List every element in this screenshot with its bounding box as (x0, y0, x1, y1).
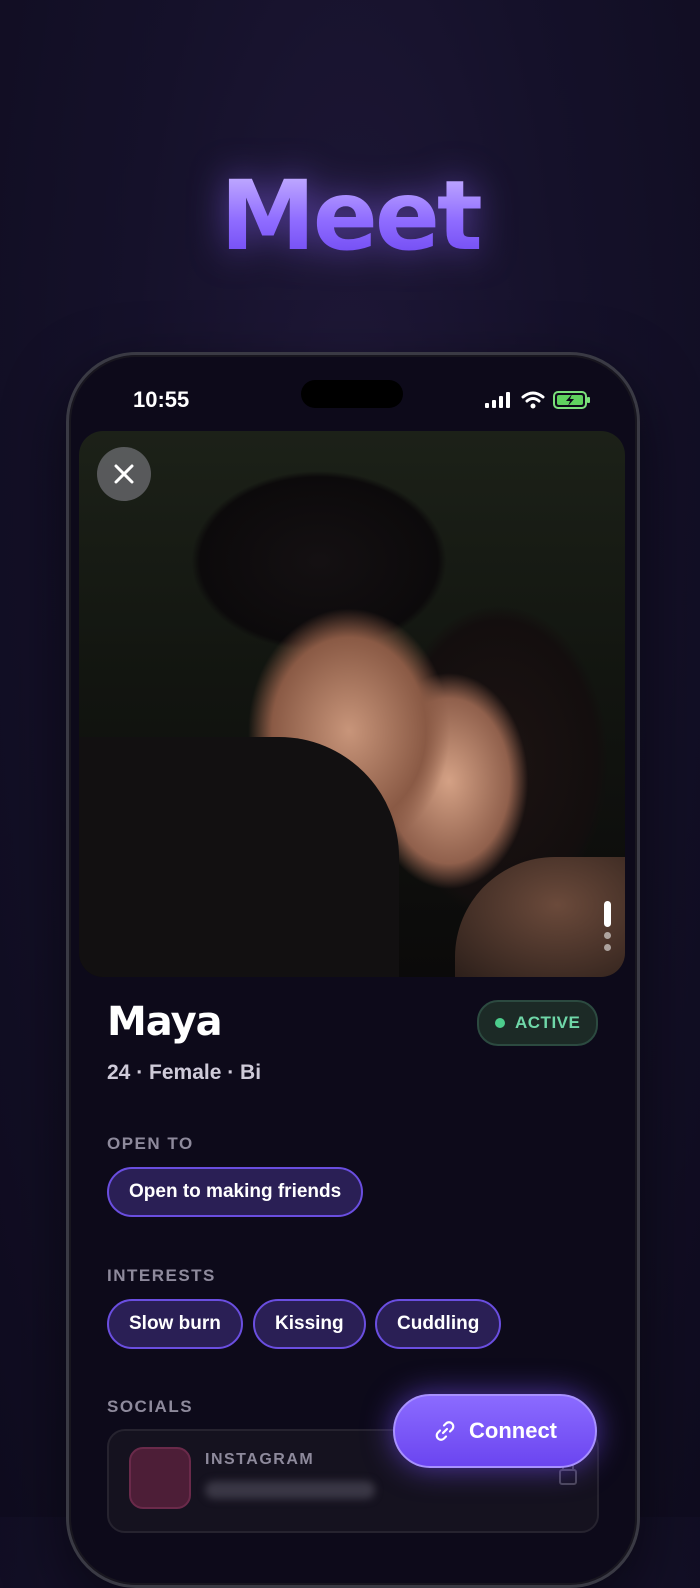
status-badge: ACTIVE (477, 1000, 599, 1046)
hero-title: Meet (0, 168, 700, 264)
photo-shoulder (455, 857, 625, 977)
social-platform-label: INSTAGRAM (205, 1451, 315, 1468)
profile-photo[interactable] (79, 431, 625, 977)
status-badge-label: ACTIVE (515, 1013, 581, 1032)
social-handle-blurred (205, 1481, 375, 1499)
dynamic-island (301, 380, 403, 408)
connect-label: Connect (469, 1418, 557, 1443)
interest-chip: Slow burn (107, 1299, 243, 1349)
page-dot (604, 932, 611, 939)
interest-chip: Cuddling (375, 1299, 502, 1349)
wifi-icon (521, 391, 545, 409)
close-button[interactable] (97, 447, 151, 501)
battery-charging-icon (553, 391, 590, 409)
status-icons (485, 391, 591, 409)
profile-meta: 24 · Female · Bi (107, 1061, 262, 1084)
open-to-label: OPEN TO (107, 1134, 194, 1153)
interests-label: INTERESTS (107, 1266, 216, 1285)
interest-chip: Kissing (253, 1299, 366, 1349)
open-to-chip: Open to making friends (107, 1167, 364, 1217)
active-dot-icon (495, 1018, 505, 1028)
photo-page-indicator (604, 901, 611, 951)
link-icon (435, 1421, 455, 1441)
lock-icon (559, 1461, 577, 1485)
photo-shirt (79, 737, 399, 977)
socials-label: SOCIALS (107, 1397, 194, 1416)
instagram-avatar (129, 1447, 191, 1509)
profile-name: Maya (107, 999, 223, 1045)
connect-button[interactable]: Connect (393, 1394, 597, 1468)
close-icon (114, 464, 134, 484)
cellular-signal-icon (485, 392, 510, 408)
status-time: 10:55 (133, 387, 190, 412)
page-dot-active (604, 901, 611, 927)
page-dot (604, 944, 611, 951)
